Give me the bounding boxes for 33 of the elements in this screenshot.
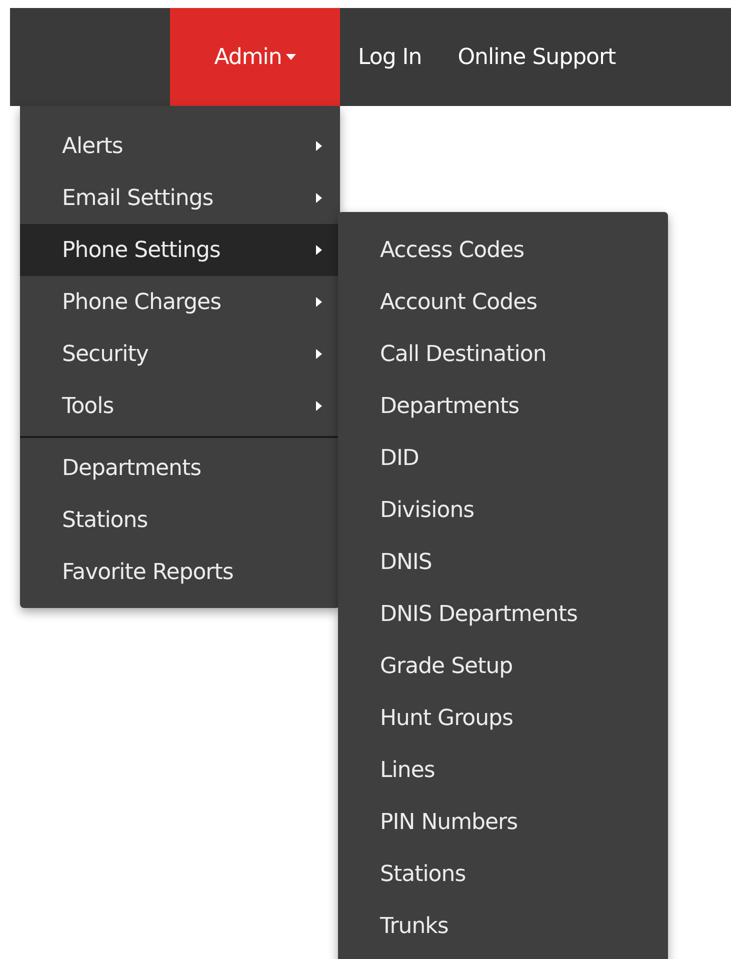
menu-item[interactable]: Account Codes xyxy=(338,276,668,328)
menu-item[interactable]: Security xyxy=(20,328,340,380)
menu-item[interactable]: Lines xyxy=(338,744,668,796)
menu-item[interactable]: Email Settings xyxy=(20,172,340,224)
menu-item[interactable]: Access Codes xyxy=(338,224,668,276)
caret-right-icon xyxy=(316,193,322,203)
caret-right-icon xyxy=(316,401,322,411)
menu-item[interactable]: Stations xyxy=(20,494,340,546)
menu-item[interactable]: DNIS xyxy=(338,536,668,588)
nav-tab[interactable]: Online Support xyxy=(440,8,634,106)
caret-right-icon xyxy=(316,245,322,255)
menu-item[interactable]: Departments xyxy=(20,442,340,494)
menu-item[interactable]: Departments xyxy=(338,380,668,432)
caret-right-icon xyxy=(316,349,322,359)
nav-tab[interactable]: Admin xyxy=(170,8,340,106)
menu-item[interactable]: DID xyxy=(338,432,668,484)
menu-item[interactable]: Alerts xyxy=(20,120,340,172)
menu-item[interactable]: Favorite Reports xyxy=(20,546,340,598)
menu-item[interactable]: Phone Settings xyxy=(20,224,340,276)
menu-item[interactable]: Hunt Groups xyxy=(338,692,668,744)
caret-right-icon xyxy=(316,297,322,307)
menu-item[interactable]: Call Destination xyxy=(338,328,668,380)
menu-item[interactable]: Divisions xyxy=(338,484,668,536)
menu-item[interactable]: Tools xyxy=(20,380,340,432)
menu-item[interactable]: Grade Setup xyxy=(338,640,668,692)
menu-item[interactable]: PIN Numbers xyxy=(338,796,668,848)
menu-item[interactable]: Trunks xyxy=(338,900,668,952)
menu-item[interactable]: Phone Charges xyxy=(20,276,340,328)
caret-down-icon xyxy=(286,54,296,60)
caret-right-icon xyxy=(316,141,322,151)
nav-tab[interactable]: Log In xyxy=(340,8,440,106)
menu-item[interactable]: Stations xyxy=(338,848,668,900)
menu-item[interactable]: DNIS Departments xyxy=(338,588,668,640)
